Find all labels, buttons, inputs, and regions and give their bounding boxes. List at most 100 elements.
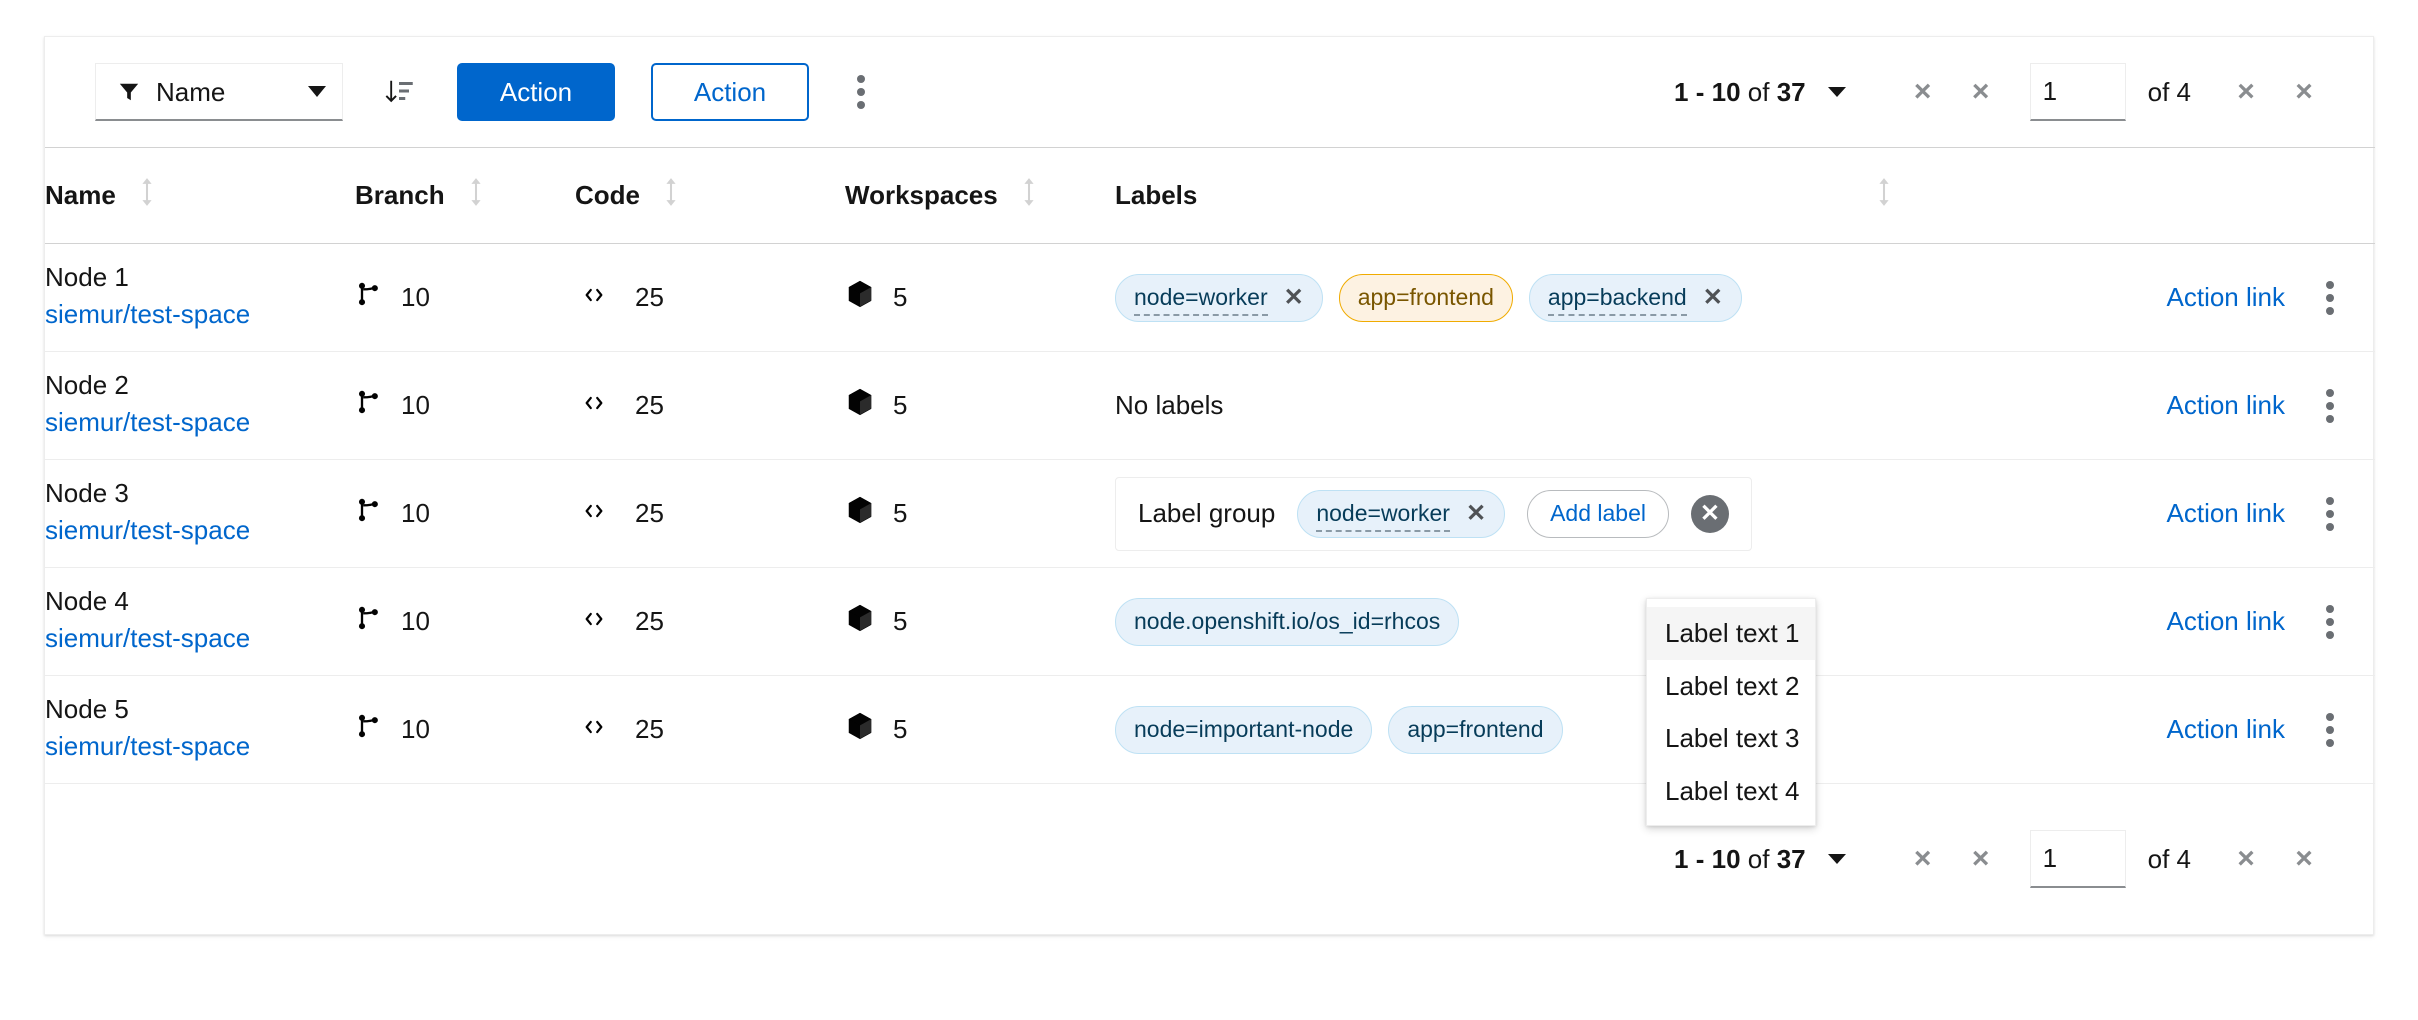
table-row: Node 1siemur/test-space10255node=worker✕… <box>45 244 2375 352</box>
add-label-button[interactable]: Add label <box>1527 490 1669 538</box>
label-chip[interactable]: app=frontend <box>1388 706 1562 754</box>
action-link[interactable]: Action link <box>2167 498 2286 528</box>
label-dropdown-menu[interactable]: Label text 1Label text 2Label text 3Labe… <box>1646 598 1816 826</box>
column-label: Workspaces <box>845 180 998 211</box>
code-icon <box>583 714 605 745</box>
action-link[interactable]: Action link <box>2167 606 2286 636</box>
cell-labels: Label groupnode=worker✕Add label✕ <box>1115 460 1985 568</box>
table-row: Node 2siemur/test-space10255No labelsAct… <box>45 352 2375 460</box>
node-name: Node 5 <box>45 695 355 725</box>
filter-select-label: Name <box>156 79 298 105</box>
column-label: Branch <box>355 180 445 211</box>
label-chip-text: node=worker <box>1134 286 1268 316</box>
cell-branch: 10 <box>355 352 575 460</box>
label-chip[interactable]: node=worker ✕ <box>1115 274 1323 322</box>
dropdown-item[interactable]: Label text 2 <box>1647 660 1815 713</box>
label-chip-close-icon[interactable]: ✕ <box>1466 502 1486 526</box>
node-repository-link[interactable]: siemur/test-space <box>45 621 355 656</box>
pagination-last-button[interactable]: × <box>2281 69 2327 115</box>
column-header-code[interactable]: Code <box>575 148 845 244</box>
pagination-bottom: 1 - 10 of 37 × × of 4 × × <box>1674 830 2327 888</box>
table-row: Node 3siemur/test-space10255Label groupn… <box>45 460 2375 568</box>
kebab-dot <box>2326 497 2334 505</box>
cell-workspaces: 5 <box>845 568 1115 676</box>
label-chip[interactable]: app=frontend <box>1339 274 1513 322</box>
action-link[interactable]: Action link <box>2167 390 2286 420</box>
pagination-first-button[interactable]: × <box>1900 836 1946 882</box>
dropdown-item[interactable]: Label text 1 <box>1647 607 1815 660</box>
label-chip[interactable]: node.openshift.io/os_id=rhcos <box>1115 598 1459 646</box>
column-header-labels[interactable]: Labels <box>1115 148 2375 244</box>
sort-icon[interactable] <box>1877 177 1891 214</box>
pagination-options-chevron-down-icon[interactable] <box>1828 854 1846 864</box>
code-branch-icon <box>355 604 383 639</box>
pagination-previous-button[interactable]: × <box>1958 836 2004 882</box>
code-count: 25 <box>635 498 664 529</box>
column-header-branch[interactable]: Branch <box>355 148 575 244</box>
code-branch-icon <box>355 712 383 747</box>
label-chip[interactable]: node=important-node <box>1115 706 1372 754</box>
toolbar-kebab-menu-icon[interactable] <box>835 63 887 121</box>
kebab-dot <box>2326 631 2334 639</box>
label-chip-close-icon[interactable]: ✕ <box>1284 286 1304 310</box>
column-header-workspaces[interactable]: Workspaces <box>845 148 1115 244</box>
pagination-count: 1 - 10 of 37 <box>1674 844 1806 875</box>
pagination-page-input[interactable] <box>2030 830 2126 888</box>
secondary-action-button[interactable]: Action <box>651 63 809 121</box>
pagination-previous-button[interactable]: × <box>1958 69 2004 115</box>
node-name: Node 2 <box>45 371 355 401</box>
node-repository-link[interactable]: siemur/test-space <box>45 405 355 440</box>
column-header-name[interactable]: Name <box>45 148 355 244</box>
kebab-dot <box>2326 510 2334 518</box>
label-group: Label groupnode=worker✕Add label✕ <box>1115 477 1752 551</box>
cell-row-menu <box>2285 460 2375 568</box>
node-repository-link[interactable]: siemur/test-space <box>45 513 355 548</box>
pagination-last-button[interactable]: × <box>2281 836 2327 882</box>
page-root: Name Action Action <box>0 0 2418 1020</box>
cell-row-menu <box>2285 676 2375 784</box>
sort-icon[interactable] <box>140 177 154 214</box>
nodes-table: Name Branch <box>45 147 2375 784</box>
kebab-dot <box>857 88 865 96</box>
label-chip[interactable]: node=worker✕ <box>1297 490 1505 538</box>
cell-workspaces: 5 <box>845 244 1115 352</box>
dropdown-item[interactable]: Label text 4 <box>1647 765 1815 818</box>
row-kebab-menu-icon[interactable] <box>2285 484 2375 544</box>
pagination-page-input[interactable] <box>2030 63 2126 121</box>
row-kebab-menu-icon[interactable] <box>2285 592 2375 652</box>
row-kebab-menu-icon[interactable] <box>2285 376 2375 436</box>
cell-row-menu <box>2285 352 2375 460</box>
label-chip[interactable]: app=backend✕ <box>1529 274 1742 322</box>
pagination-first-button[interactable]: × <box>1900 69 1946 115</box>
pagination-next-button[interactable]: × <box>2223 836 2269 882</box>
column-label: Name <box>45 180 116 211</box>
kebab-dot <box>2326 618 2334 626</box>
action-link[interactable]: Action link <box>2167 282 2286 312</box>
label-group-close-icon[interactable]: ✕ <box>1691 495 1729 533</box>
cell-labels: node=important-node app=frontend <box>1115 676 1985 784</box>
code-icon <box>583 606 605 637</box>
row-kebab-menu-icon[interactable] <box>2285 700 2375 760</box>
action-link[interactable]: Action link <box>2167 714 2286 744</box>
sort-amount-down-icon[interactable] <box>369 63 429 121</box>
node-repository-link[interactable]: siemur/test-space <box>45 729 355 764</box>
sort-icon[interactable] <box>664 177 678 214</box>
code-count: 25 <box>635 282 664 313</box>
kebab-dot <box>857 75 865 83</box>
primary-action-button[interactable]: Action <box>457 63 615 121</box>
node-repository-link[interactable]: siemur/test-space <box>45 297 355 332</box>
filter-select[interactable]: Name <box>95 63 343 121</box>
sort-icon[interactable] <box>1022 177 1036 214</box>
cube-icon <box>845 279 875 316</box>
label-chip-close-icon[interactable]: ✕ <box>1703 286 1723 310</box>
branch-count: 10 <box>401 390 430 421</box>
cell-action: Action link <box>1985 460 2285 568</box>
pagination-options-chevron-down-icon[interactable] <box>1828 87 1846 97</box>
dropdown-item[interactable]: Label text 3 <box>1647 712 1815 765</box>
label-chip-list: node.openshift.io/os_id=rhcos <box>1115 598 1985 646</box>
pagination-next-button[interactable]: × <box>2223 69 2269 115</box>
row-kebab-menu-icon[interactable] <box>2285 268 2375 328</box>
cell-row-menu <box>2285 568 2375 676</box>
sort-icon[interactable] <box>469 177 483 214</box>
code-count: 25 <box>635 606 664 637</box>
